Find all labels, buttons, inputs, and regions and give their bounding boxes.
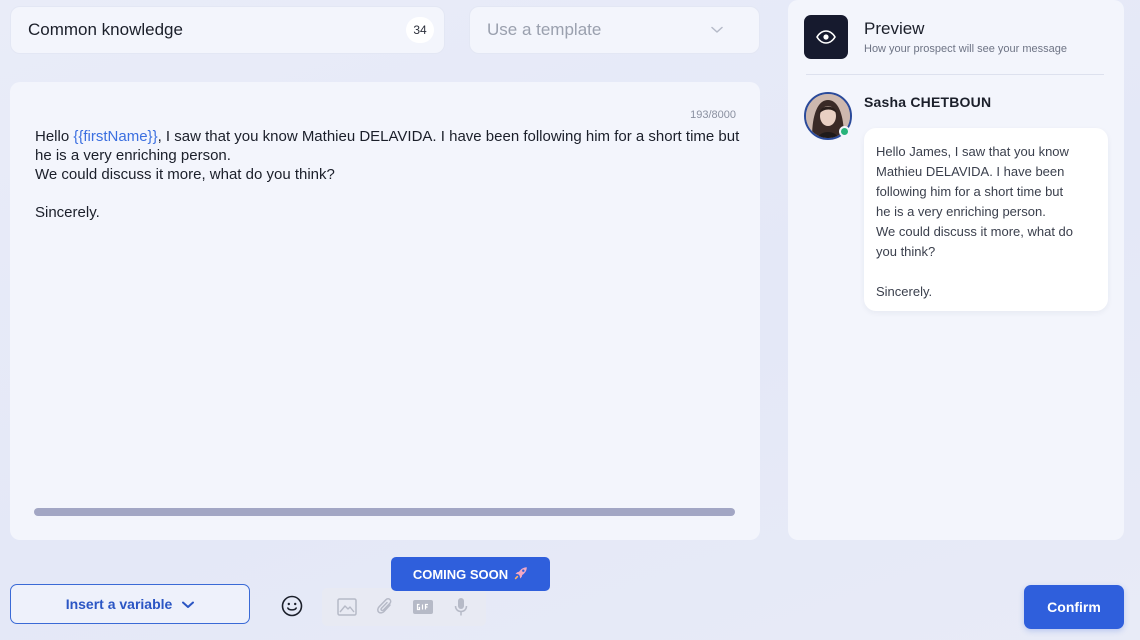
insert-variable-label: Insert a variable bbox=[65, 596, 173, 612]
chevron-down-icon bbox=[711, 26, 723, 34]
sequence-name-field[interactable]: Common knowledge 34 bbox=[10, 6, 445, 54]
preview-subtitle: How your prospect will see your message bbox=[864, 43, 1067, 55]
bubble-line: Hello James, I saw that you know bbox=[876, 144, 1069, 159]
gif-icon bbox=[412, 596, 434, 618]
insert-variable-button[interactable]: Insert a variable bbox=[10, 584, 250, 624]
coming-soon-label: COMING SOON bbox=[412, 566, 509, 582]
coming-soon-badge: COMING SOON bbox=[391, 557, 550, 591]
sequence-name-value: Common knowledge bbox=[28, 20, 183, 39]
variable-token[interactable]: {{firstName}} bbox=[73, 128, 157, 145]
character-count-badge: 34 bbox=[406, 17, 434, 43]
message-sign-off: Sincerely. bbox=[35, 204, 100, 221]
online-status-dot bbox=[839, 126, 850, 137]
bubble-line: Mathieu DELAVIDA. I have been bbox=[876, 164, 1065, 179]
template-select-placeholder: Use a template bbox=[487, 20, 602, 39]
microphone-icon bbox=[450, 596, 472, 618]
template-select[interactable]: Use a template bbox=[469, 6, 760, 54]
sender-name: Sasha CHETBOUN bbox=[864, 94, 992, 110]
horizontal-scrollbar[interactable] bbox=[34, 508, 735, 516]
divider bbox=[806, 74, 1104, 75]
message-editor[interactable]: 193/8000 Hello {{firstName}}, I saw that… bbox=[10, 82, 760, 540]
rocket-icon bbox=[514, 566, 528, 583]
preview-panel: Preview How your prospect will see your … bbox=[788, 0, 1124, 540]
preview-title: Preview bbox=[864, 19, 925, 38]
message-line-2: We could discuss it more, what do you th… bbox=[35, 166, 335, 183]
message-preview-bubble: Hello James, I saw that you know Mathieu… bbox=[864, 128, 1108, 311]
emoji-icon[interactable] bbox=[280, 594, 304, 618]
message-text[interactable]: Hello {{firstName}}, I saw that you know… bbox=[35, 127, 740, 222]
bubble-sign-off: Sincerely. bbox=[876, 284, 933, 299]
bubble-line: following him for a short time but bbox=[876, 184, 1064, 199]
media-tools-tray bbox=[322, 588, 486, 626]
message-greeting: Hello bbox=[35, 128, 74, 145]
bubble-line: We could discuss it more, what do bbox=[876, 224, 1074, 239]
bubble-line: you think? bbox=[876, 244, 936, 259]
image-icon bbox=[336, 596, 358, 618]
chevron-down-icon bbox=[182, 596, 195, 612]
confirm-button[interactable]: Confirm bbox=[1024, 585, 1124, 629]
char-counter: 193/8000 bbox=[690, 109, 736, 121]
paperclip-icon bbox=[374, 596, 396, 618]
bubble-line: he is a very enriching person. bbox=[876, 204, 1046, 219]
eye-icon bbox=[804, 15, 848, 59]
